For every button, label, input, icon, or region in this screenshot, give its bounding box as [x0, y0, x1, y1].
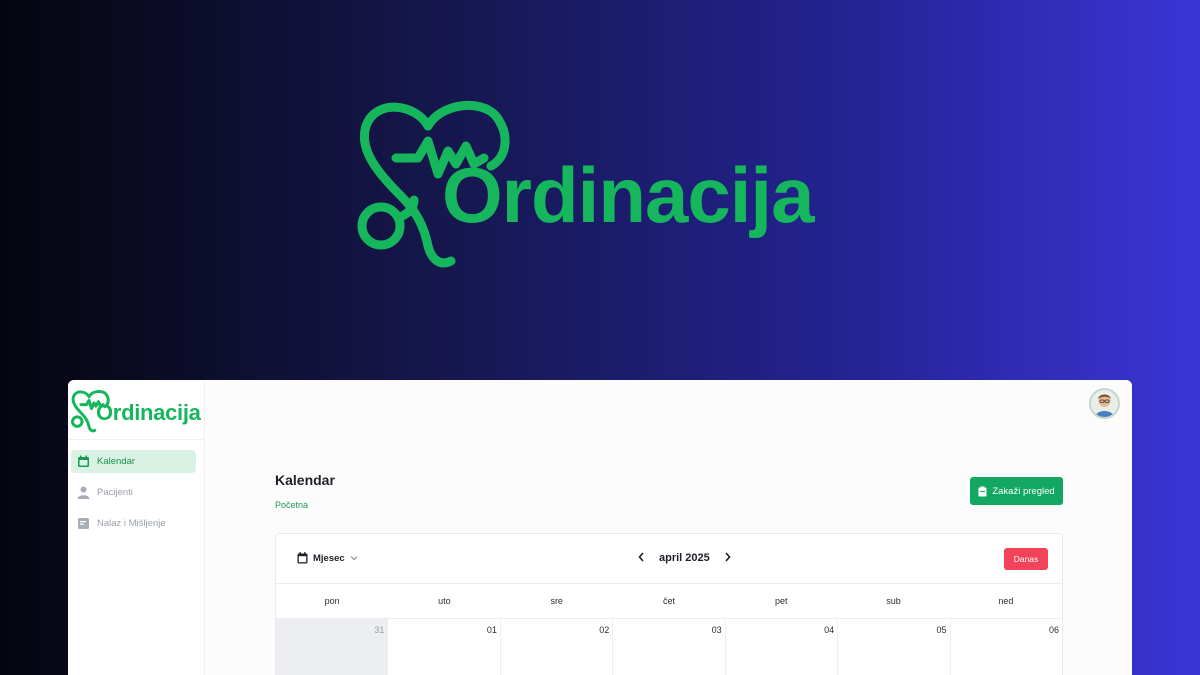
- document-icon: [77, 517, 90, 530]
- app-window: Ordinacija Kalendar Pacijenti Nalaz i Mi…: [68, 380, 1132, 675]
- breadcrumb[interactable]: Početna: [275, 500, 308, 510]
- view-select-label: Mjesec: [313, 552, 345, 564]
- calendar-icon: [297, 552, 308, 564]
- month-navigation: april 2025: [638, 551, 731, 565]
- calendar: Mjesec april 2025 Danas pon uto sre čet …: [275, 533, 1063, 675]
- weekday-label: sre: [550, 596, 563, 606]
- avatar[interactable]: [1089, 388, 1120, 419]
- book-appointment-label: Zakaži pregled: [992, 485, 1055, 497]
- book-appointment-button[interactable]: Zakaži pregled: [970, 477, 1063, 505]
- weekday-label: sub: [886, 596, 901, 606]
- next-month-button[interactable]: [724, 551, 731, 565]
- today-button[interactable]: Danas: [1004, 548, 1048, 570]
- calendar-toolbar: Mjesec april 2025 Danas: [276, 534, 1062, 584]
- view-select[interactable]: Mjesec: [297, 552, 358, 564]
- day-cell[interactable]: 31: [276, 619, 389, 675]
- chevron-right-icon: [725, 552, 731, 562]
- month-label: april 2025: [659, 552, 710, 564]
- hero-brand-name: Ordinacija: [442, 151, 814, 239]
- weekday-label: ned: [998, 596, 1014, 606]
- weekday-header: pon uto sre čet pet sub ned: [276, 584, 1062, 619]
- day-cell[interactable]: 05: [838, 619, 951, 675]
- sidebar-item-nalaz[interactable]: Nalaz i Mišljenje: [71, 512, 196, 535]
- day-cell[interactable]: 04: [726, 619, 839, 675]
- main-content: Kalendar Početna Zakaži pregled Mjesec a…: [206, 380, 1132, 675]
- sidebar-item-label: Nalaz i Mišljenje: [97, 518, 166, 529]
- clipboard-icon: [978, 486, 987, 496]
- weekday-label: pet: [775, 596, 788, 606]
- hero-logo: Ordinacija: [356, 96, 856, 271]
- sidebar: Ordinacija Kalendar Pacijenti Nalaz i Mi…: [68, 380, 205, 675]
- page-title: Kalendar: [275, 472, 335, 488]
- user-icon: [77, 486, 90, 499]
- sidebar-item-pacijenti[interactable]: Pacijenti: [71, 481, 196, 504]
- day-cell[interactable]: 01: [388, 619, 501, 675]
- day-cell[interactable]: 03: [613, 619, 726, 675]
- user-avatar-icon: [1095, 394, 1114, 417]
- day-cell[interactable]: 02: [501, 619, 614, 675]
- sidebar-logo[interactable]: Ordinacija: [68, 380, 204, 440]
- sidebar-item-label: Kalendar: [97, 456, 136, 467]
- calendar-week-row: 31 01 02 03 04 05 06: [276, 619, 1062, 675]
- sidebar-nav: Kalendar Pacijenti Nalaz i Mišljenje: [68, 440, 204, 535]
- chevron-down-icon: [350, 556, 358, 561]
- sidebar-item-label: Pacijenti: [97, 487, 133, 498]
- calendar-icon: [77, 455, 90, 468]
- weekday-label: čet: [662, 596, 675, 606]
- chevron-left-icon: [638, 552, 644, 562]
- previous-month-button[interactable]: [638, 551, 645, 565]
- sidebar-item-kalendar[interactable]: Kalendar: [71, 450, 196, 473]
- sidebar-brand-name: Ordinacija: [96, 400, 201, 425]
- day-cell[interactable]: 06: [951, 619, 1062, 675]
- weekday-label: pon: [324, 596, 340, 606]
- weekday-label: uto: [438, 596, 451, 606]
